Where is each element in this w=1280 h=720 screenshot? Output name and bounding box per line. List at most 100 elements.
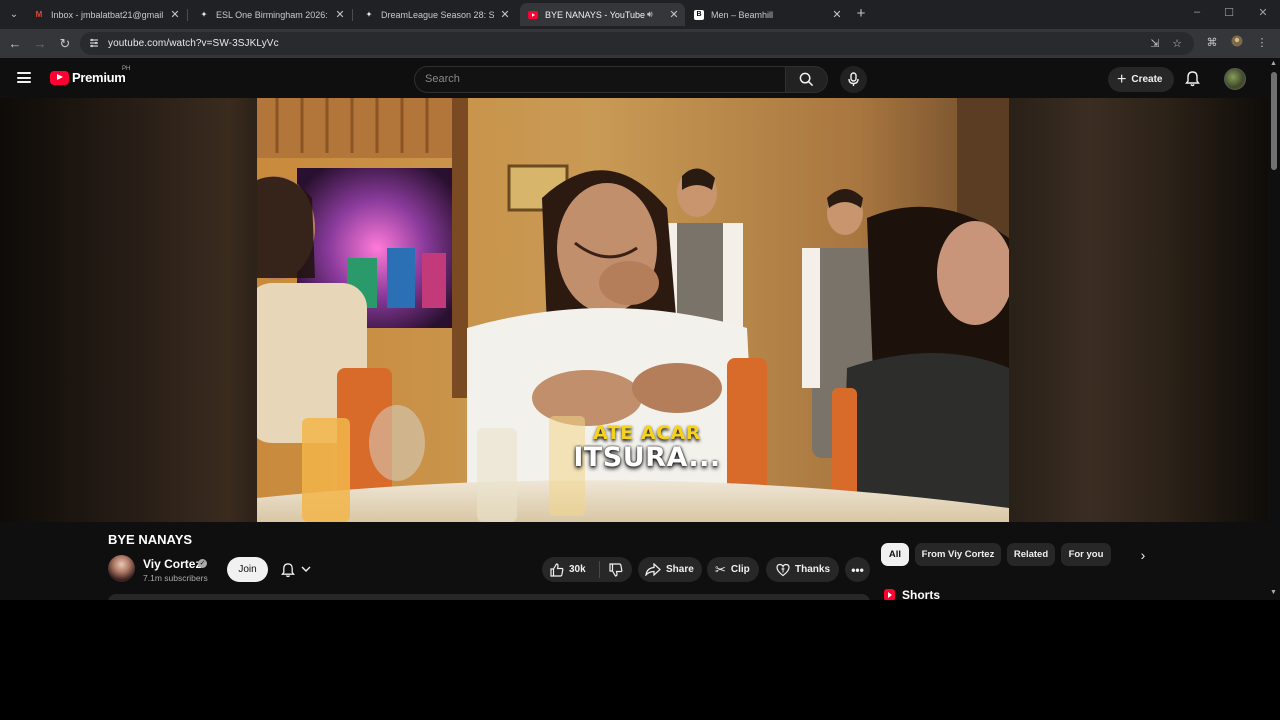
create-button[interactable]: + Create — [1108, 67, 1174, 92]
video-title: BYE NANAYS — [108, 532, 193, 547]
youtube-premium-logo[interactable]: Premium PH — [50, 66, 130, 85]
share-arrow-icon — [645, 563, 661, 576]
chip-related[interactable]: Related — [1007, 543, 1055, 566]
join-button[interactable]: Join — [227, 557, 268, 582]
account-avatar[interactable] — [1224, 68, 1246, 90]
channel-name[interactable]: Viy Cortez — [143, 557, 201, 571]
shorts-shelf-header: Shorts — [884, 588, 940, 600]
empty-screen-area — [0, 600, 1280, 720]
browser-menu-icon[interactable]: ⋮ — [1254, 35, 1270, 51]
bookmark-star-icon[interactable]: ☆ — [1170, 37, 1184, 51]
search-button[interactable] — [786, 66, 828, 93]
chip-all[interactable]: All — [881, 543, 909, 566]
logo-text: Premium — [72, 70, 126, 85]
video-player[interactable]: ATE ACAR ITSURA... — [257, 98, 1009, 522]
clip-button[interactable]: ✂ Clip — [707, 557, 759, 582]
back-arrow-icon[interactable]: ← — [6, 35, 24, 53]
browser-tab-bar: ⌄ M Inbox - jmbalatbat21@gmail.co ✕ ✦ ES… — [0, 0, 1280, 29]
notifications-button[interactable] — [1185, 70, 1203, 88]
video-caption-line1: ATE ACAR — [593, 422, 701, 444]
search-box — [414, 66, 786, 93]
close-tab-icon[interactable]: ✕ — [333, 8, 347, 21]
bell-icon — [1185, 71, 1200, 87]
search-input[interactable] — [425, 73, 765, 85]
thumbs-down-icon — [609, 562, 623, 577]
minimize-icon[interactable]: – — [1189, 6, 1205, 18]
super-thanks-icon — [776, 563, 790, 576]
reload-icon[interactable]: ↻ — [56, 35, 74, 53]
youtube-logo-icon — [50, 70, 69, 85]
youtube-header: Premium PH + Create — [0, 58, 1268, 98]
share-button[interactable]: Share — [638, 557, 702, 582]
address-bar[interactable]: youtube.com/watch?v=SW-3SJKLyVc ⇲ ☆ — [80, 32, 1194, 55]
bell-icon — [281, 562, 295, 577]
video-player-area: ATE ACAR ITSURA... — [0, 98, 1268, 603]
tab-esl-one[interactable]: ✦ ESL One Birmingham 2026: Sou ✕ — [191, 3, 351, 26]
chip-for-you[interactable]: For you — [1061, 543, 1111, 566]
tab-dreamleague[interactable]: ✦ DreamLeague Season 28: South ✕ — [356, 3, 516, 26]
page-scrollbar[interactable]: ▲ ▼ — [1268, 58, 1280, 600]
scroll-up-arrow-icon[interactable]: ▲ — [1270, 60, 1277, 67]
beamhill-icon: B — [694, 9, 704, 20]
channel-avatar[interactable] — [108, 555, 135, 582]
extensions-icon[interactable]: ⌘ — [1204, 35, 1220, 51]
close-tab-icon[interactable]: ✕ — [667, 8, 681, 21]
shorts-icon — [884, 589, 895, 600]
close-tab-icon[interactable]: ✕ — [498, 8, 512, 21]
tab-title: Men – Beamhill — [711, 9, 774, 20]
tab-title: BYE NANAYS - YouTube — [545, 9, 646, 20]
shorts-label: Shorts — [902, 588, 941, 600]
tab-search-button[interactable]: ⌄ — [5, 6, 23, 24]
tab-title: ESL One Birmingham 2026: Sou — [216, 9, 329, 20]
like-button[interactable]: 30k — [542, 561, 600, 578]
tab-title: Inbox - jmbalatbat21@gmail.co — [51, 9, 164, 20]
watch-metadata: BYE NANAYS Viy Cortez ✓ 7.1m subscribers… — [0, 522, 1268, 600]
country-code: PH — [122, 66, 131, 72]
chip-from-channel[interactable]: From Viy Cortez — [915, 543, 1001, 566]
subscriber-count: 7.1m subscribers — [143, 573, 208, 583]
scissors-icon: ✂ — [715, 561, 726, 577]
create-label: Create — [1131, 74, 1163, 85]
profile-icon[interactable] — [1229, 35, 1245, 51]
tab-separator — [187, 9, 188, 21]
plus-icon: + — [1117, 70, 1127, 88]
chevron-down-icon — [301, 566, 311, 572]
thanks-label: Thanks — [795, 564, 831, 575]
microphone-icon — [848, 72, 859, 86]
clip-label: Clip — [730, 564, 750, 575]
liquipedia-icon: ✦ — [200, 10, 208, 19]
forward-arrow-icon[interactable]: → — [31, 35, 49, 53]
close-tab-icon[interactable]: ✕ — [830, 8, 844, 21]
tab-title: DreamLeague Season 28: South — [381, 9, 494, 20]
scroll-down-arrow-icon[interactable]: ▼ — [1270, 589, 1277, 596]
close-tab-icon[interactable]: ✕ — [168, 8, 182, 21]
install-app-icon[interactable]: ⇲ — [1148, 37, 1162, 51]
guide-menu-icon[interactable] — [17, 72, 31, 83]
speaker-icon[interactable]: 🔊︎ — [647, 9, 659, 20]
gmail-icon: M — [35, 10, 43, 19]
liquipedia-icon: ✦ — [365, 10, 373, 19]
thumbs-up-icon — [550, 562, 564, 577]
search-icon — [799, 72, 814, 87]
like-count: 30k — [569, 564, 586, 575]
maximize-icon[interactable]: ☐ — [1221, 6, 1237, 19]
voice-search-button[interactable] — [840, 66, 867, 93]
thanks-button[interactable]: Thanks — [766, 557, 839, 582]
more-actions-button[interactable]: ••• — [845, 557, 870, 582]
dislike-button[interactable] — [600, 562, 632, 577]
more-horizontal-icon: ••• — [851, 562, 864, 577]
site-info-icon[interactable] — [88, 37, 101, 50]
close-window-icon[interactable]: ✕ — [1255, 6, 1271, 19]
tab-youtube-active[interactable]: BYE NANAYS - YouTube 🔊︎ ✕ — [520, 3, 685, 26]
url-text: youtube.com/watch?v=SW-3SJKLyVc — [108, 38, 279, 49]
tab-gmail[interactable]: M Inbox - jmbalatbat21@gmail.co ✕ — [26, 3, 186, 26]
scrollbar-thumb[interactable] — [1271, 72, 1277, 170]
tab-beamhill[interactable]: B Men – Beamhill ✕ — [686, 3, 848, 26]
subscription-bell-button[interactable] — [276, 557, 324, 582]
chevron-right-icon[interactable]: › — [1136, 548, 1150, 562]
verified-badge-icon: ✓ — [198, 559, 207, 568]
youtube-icon — [528, 10, 538, 20]
like-dislike-bar: 30k — [542, 557, 632, 582]
new-tab-button[interactable]: + — [853, 6, 869, 22]
video-caption-line2: ITSURA... — [573, 442, 721, 473]
